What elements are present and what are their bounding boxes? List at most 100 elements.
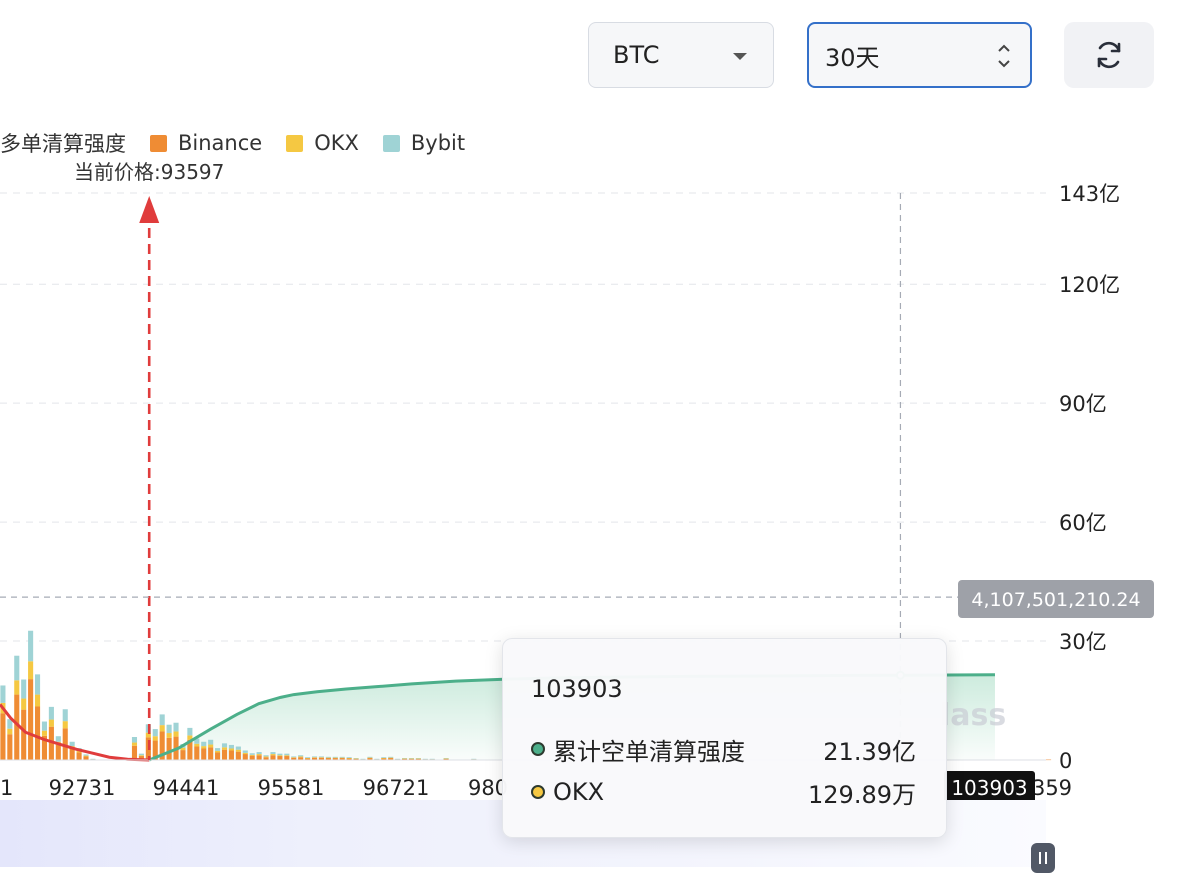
bar-segment-bybit: [235, 746, 241, 750]
legend-swatch: [150, 134, 167, 152]
chart-tooltip: 103903 累计空单清算强度 21.39亿 OKX 129.89万: [502, 638, 947, 838]
bar-segment-okx: [249, 754, 255, 756]
bar-segment-okx: [215, 750, 221, 753]
legend-swatch: [286, 134, 304, 152]
bar-segment-binance: [194, 746, 200, 760]
bar-segment-okx: [221, 747, 228, 750]
bar-segment-bybit: [0, 685, 6, 703]
bar-segment-bybit: [270, 752, 276, 755]
bar-segment-bybit: [152, 729, 158, 737]
watermark-text: lass: [940, 698, 1006, 733]
bar-segment-bybit: [90, 758, 96, 760]
bar-segment-okx: [311, 757, 318, 758]
bar-segment-bybit: [408, 758, 415, 759]
tooltip-row-value: 21.39亿: [823, 737, 916, 766]
bar-segment-okx: [381, 758, 387, 759]
y-tick-label: 120亿: [1059, 273, 1120, 297]
bar-segment-binance: [256, 755, 262, 760]
bar-segment-bybit: [353, 758, 359, 759]
bar-segment-bybit: [277, 753, 283, 756]
coin-select-value: BTC: [613, 41, 660, 69]
refresh-icon: [1097, 41, 1121, 69]
bar-segment-bybit: [381, 757, 387, 759]
tooltip-dot: [531, 742, 545, 756]
bar-segment-bybit: [242, 750, 248, 753]
bar-segment-binance: [69, 748, 75, 760]
bar-segment-bybit: [415, 758, 421, 759]
tooltip-row-name: 累计空单清算强度: [553, 737, 745, 766]
bar-segment-binance: [228, 750, 234, 760]
bar-segment-okx: [21, 698, 27, 710]
x-tick-label: 94441: [153, 776, 220, 800]
bar-segment-bybit: [443, 758, 449, 759]
bar-segment-bybit: [367, 756, 373, 758]
x-tick-label: 92731: [49, 776, 116, 800]
bar-segment-okx: [7, 728, 13, 735]
hover-y-value-label: 4,107,501,210.24: [971, 589, 1140, 611]
bar-segment-bybit: [166, 724, 172, 734]
bar-segment-bybit: [69, 741, 75, 747]
bar-segment-bybit: [339, 756, 345, 758]
bar-segment-bybit: [28, 630, 34, 662]
tooltip-row: 累计空单清算强度 21.39亿: [531, 733, 916, 766]
bar-segment-bybit: [374, 758, 380, 760]
bar-segment-okx: [242, 752, 248, 755]
bar-segment-okx: [346, 758, 352, 759]
bar-segment-bybit: [311, 756, 318, 758]
bar-segment-binance: [34, 706, 41, 760]
bar-segment-okx: [208, 744, 214, 748]
bar-segment-binance: [284, 756, 290, 760]
x-tick-label: 1: [0, 776, 13, 800]
bar-segment-binance: [215, 752, 221, 760]
y-tick-label: 90亿: [1059, 392, 1107, 416]
bar-segment-okx: [235, 749, 241, 752]
refresh-button[interactable]: [1064, 22, 1154, 88]
bar-segment-okx: [228, 748, 234, 751]
bar-segment-okx: [270, 754, 276, 756]
bar-segment-bybit: [298, 755, 304, 757]
bar-segment-bybit: [284, 753, 290, 756]
bar-segment-bybit: [215, 748, 221, 751]
bar-segment-okx: [173, 731, 179, 737]
y-tick-label: 0: [1059, 749, 1072, 773]
bar-segment-okx: [325, 757, 331, 759]
bar-segment-bybit: [471, 758, 477, 760]
bar-segment-okx: [201, 746, 207, 749]
coin-select[interactable]: BTC: [588, 22, 774, 88]
period-select[interactable]: 30天: [807, 22, 1032, 88]
bar-segment-bybit: [346, 757, 352, 759]
bar-segment-okx: [291, 757, 297, 758]
bar-segment-okx: [256, 754, 262, 756]
zoom-slider-handle[interactable]: [1031, 843, 1055, 873]
tooltip-row-value: 129.89万: [808, 780, 916, 809]
legend-swatch: [382, 134, 400, 152]
bar-segment-bybit: [48, 706, 54, 720]
bar-segment-okx: [298, 756, 304, 758]
bar-segment-bybit: [62, 709, 68, 722]
bar-segment-bybit: [34, 674, 41, 695]
bar-segment-binance: [1046, 759, 1052, 761]
bar-segment-okx: [284, 755, 290, 757]
bar-segment-bybit: [256, 752, 262, 755]
bar-segment-bybit: [249, 753, 255, 755]
y-tick-label: 30亿: [1059, 630, 1107, 654]
bar-segment-okx: [138, 755, 144, 757]
bar-segment-okx: [48, 719, 54, 727]
bar-segment-okx: [159, 725, 165, 732]
tooltip-row: OKX 129.89万: [531, 776, 916, 809]
bar-segment-bybit: [228, 744, 234, 749]
bar-segment-binance: [7, 734, 13, 760]
tooltip-row-name: OKX: [553, 778, 605, 806]
y-tick-label: 60亿: [1059, 511, 1107, 535]
x-tick-label: 95581: [258, 776, 325, 800]
bar-segment-binance: [242, 754, 248, 760]
bar-segment-binance: [131, 745, 138, 760]
bar-segment-binance: [166, 737, 172, 760]
tooltip-dot: [531, 785, 545, 799]
bar-segment-okx: [318, 757, 324, 758]
bar-segment-binance: [201, 748, 207, 760]
bar-segment-bybit: [131, 737, 138, 743]
y-tick-label: 143亿: [1059, 182, 1120, 206]
bar-segment-okx: [152, 736, 158, 741]
bar-segment-okx: [34, 694, 41, 707]
